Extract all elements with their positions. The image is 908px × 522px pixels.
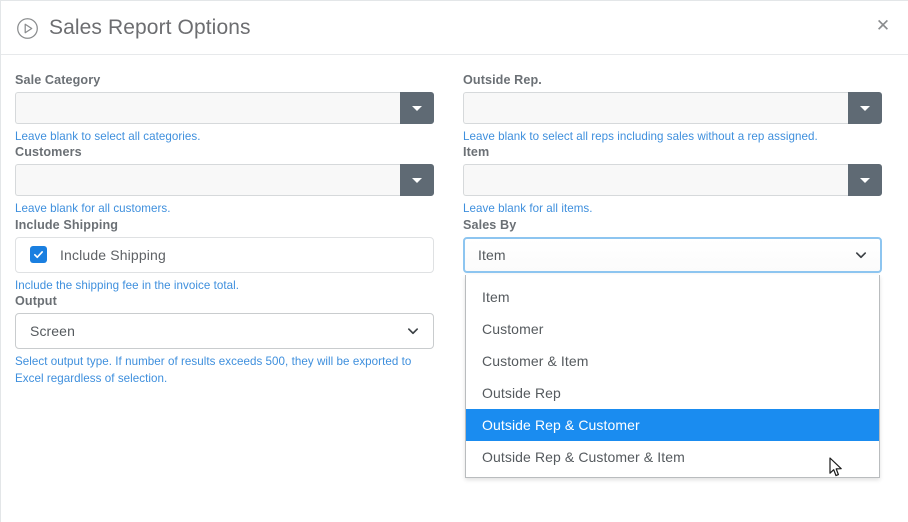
item-dropdown-button[interactable] — [848, 164, 882, 197]
sales-by-label: Sales By — [463, 217, 517, 232]
customers-hint: Leave blank for all customers. — [15, 202, 171, 216]
page-title: Sales Report Options — [49, 15, 251, 39]
outside-rep-label: Outside Rep. — [463, 73, 542, 87]
sale-category-label: Sale Category — [15, 73, 101, 87]
include-shipping-hint: Include the shipping fee in the invoice … — [15, 278, 240, 292]
item-hint: Leave blank for all items. — [463, 202, 593, 216]
item-label: Item — [463, 145, 490, 160]
sales-by-select[interactable]: Item Item Customer Customer & Item Outside … — [463, 236, 882, 478]
output-hint: Select output type. If number of results… — [15, 355, 412, 385]
chevron-down-icon — [412, 177, 422, 183]
sales-by-option[interactable]: Item — [466, 281, 879, 313]
include-shipping-checkbox-row[interactable]: Include Shipping — [15, 236, 434, 273]
sales-report-options-dialog: Sales Report Options ✕ Sale Category Lea… — [0, 0, 908, 522]
sales-by-option[interactable]: Outside Rep & Customer & Item — [466, 441, 879, 473]
include-shipping-label: Include Shipping — [15, 217, 119, 232]
outside-rep-input[interactable] — [463, 92, 848, 124]
field-outside-rep: Outside Rep. Leave blank to select all r… — [463, 73, 882, 145]
item-input[interactable] — [463, 164, 848, 197]
include-shipping-checkbox-label: Include Shipping — [60, 246, 166, 263]
form-row-3: Include Shipping Include Shipping Includ… — [15, 217, 890, 478]
output-label: Output — [15, 294, 57, 309]
field-customers: Customers Leave blank for all customers. — [15, 145, 434, 217]
field-output: Output Screen Select output type. If num… — [15, 294, 434, 387]
sale-category-hint: Leave blank to select all categories. — [15, 130, 201, 143]
form-row-2: Customers Leave blank for all customers.… — [15, 145, 890, 217]
customers-dropdown-button[interactable] — [400, 164, 434, 197]
chevron-down-icon — [407, 328, 419, 335]
sale-category-dropdown-button[interactable] — [400, 92, 434, 124]
output-select[interactable]: Screen — [15, 313, 434, 350]
check-icon — [34, 251, 43, 259]
sales-by-option[interactable]: Customer & Item — [466, 345, 879, 377]
close-icon[interactable]: ✕ — [866, 9, 900, 43]
sales-by-option-list[interactable]: Item Customer Customer & Item Outside Rep Ou… — [465, 274, 880, 478]
field-sale-category: Sale Category Leave blank to select all … — [15, 73, 434, 145]
outside-rep-lookup — [463, 92, 882, 124]
outside-rep-hint: Leave blank to select all reps including… — [463, 130, 818, 143]
chevron-down-icon — [412, 105, 422, 111]
chevron-down-icon — [855, 252, 867, 259]
play-circle-icon — [17, 18, 38, 39]
field-item: Item Leave blank for all items. — [463, 145, 882, 217]
field-include-shipping: Include Shipping Include Shipping Includ… — [15, 218, 434, 294]
form-row-1: Sale Category Leave blank to select all … — [15, 73, 890, 145]
outside-rep-dropdown-button[interactable] — [848, 92, 882, 124]
item-lookup — [463, 164, 882, 197]
output-selected-value: Screen — [30, 323, 75, 340]
field-sales-by: Sales By Item Item Customer Customer & Ite… — [463, 217, 882, 478]
chevron-down-icon — [860, 177, 870, 183]
customers-label: Customers — [15, 145, 82, 160]
sales-by-option[interactable]: Customer — [466, 313, 879, 345]
sales-by-option[interactable]: Outside Rep & Customer — [466, 408, 879, 441]
customers-lookup — [15, 164, 434, 197]
customers-input[interactable] — [15, 164, 400, 197]
dialog-header: Sales Report Options ✕ — [1, 1, 908, 55]
include-shipping-checkbox[interactable] — [30, 246, 47, 264]
form-body: Sale Category Leave blank to select all … — [1, 55, 908, 478]
chevron-down-icon — [860, 105, 870, 111]
sales-by-selected-value: Item — [478, 246, 506, 263]
sale-category-lookup — [15, 92, 434, 124]
sales-by-option[interactable]: Outside Rep — [466, 377, 879, 409]
sale-category-input[interactable] — [15, 92, 400, 124]
